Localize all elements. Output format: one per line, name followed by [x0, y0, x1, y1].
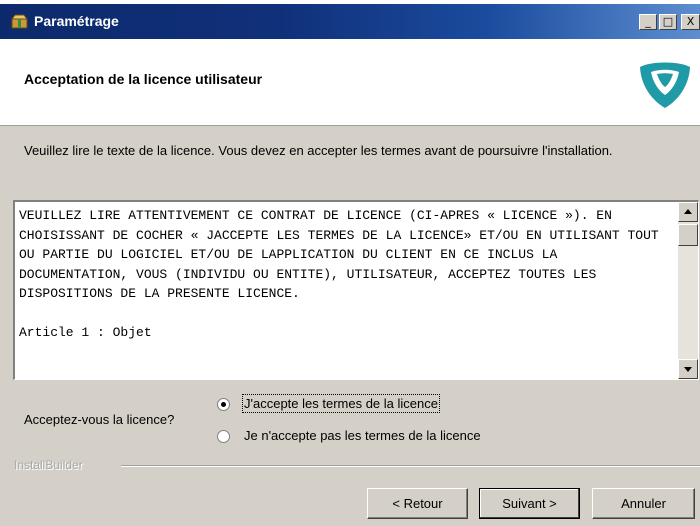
radio-decline-button[interactable] [217, 430, 230, 443]
maximize-button[interactable]: □ [659, 14, 677, 30]
back-button[interactable]: < Retour [367, 488, 468, 519]
installer-box-icon [11, 14, 28, 29]
radio-accept-button[interactable] [217, 398, 230, 411]
arrow-up-icon [684, 209, 692, 214]
scroll-thumb[interactable] [678, 224, 698, 246]
window-title: Paramétrage [34, 13, 119, 29]
license-scrollbar[interactable] [678, 202, 698, 379]
arrow-down-icon [684, 367, 692, 372]
accept-question: Acceptez-vous la licence? [24, 412, 175, 427]
window-title-bar[interactable]: Paramétrage _ □ X [0, 4, 700, 39]
radio-accept-label[interactable]: J'accepte les termes de la licence [242, 394, 440, 413]
brand-divider [121, 465, 700, 467]
installbuilder-branding: InstallBuilder [14, 458, 700, 474]
scroll-down-button[interactable] [678, 359, 698, 379]
radio-decline-label[interactable]: Je n'accepte pas les termes de la licenc… [244, 428, 481, 443]
intro-text: Veuillez lire le texte de la licence. Vo… [24, 143, 613, 158]
license-text: VEUILLEZ LIRE ATTENTIVEMENT CE CONTRAT D… [19, 208, 659, 340]
minimize-button[interactable]: _ [639, 14, 657, 30]
scroll-up-button[interactable] [678, 202, 698, 222]
teal-shield-logo [640, 62, 690, 108]
license-textbox[interactable]: VEUILLEZ LIRE ATTENTIVEMENT CE CONTRAT D… [13, 200, 699, 380]
radio-selected-dot [221, 402, 226, 407]
next-button[interactable]: Suivant > [479, 488, 580, 519]
brand-text: InstallBuilder [14, 458, 83, 472]
page-header: Acceptation de la licence utilisateur [0, 39, 700, 126]
page-title: Acceptation de la licence utilisateur [24, 71, 263, 87]
cancel-button[interactable]: Annuler [592, 488, 695, 519]
close-button[interactable]: X [681, 14, 700, 30]
